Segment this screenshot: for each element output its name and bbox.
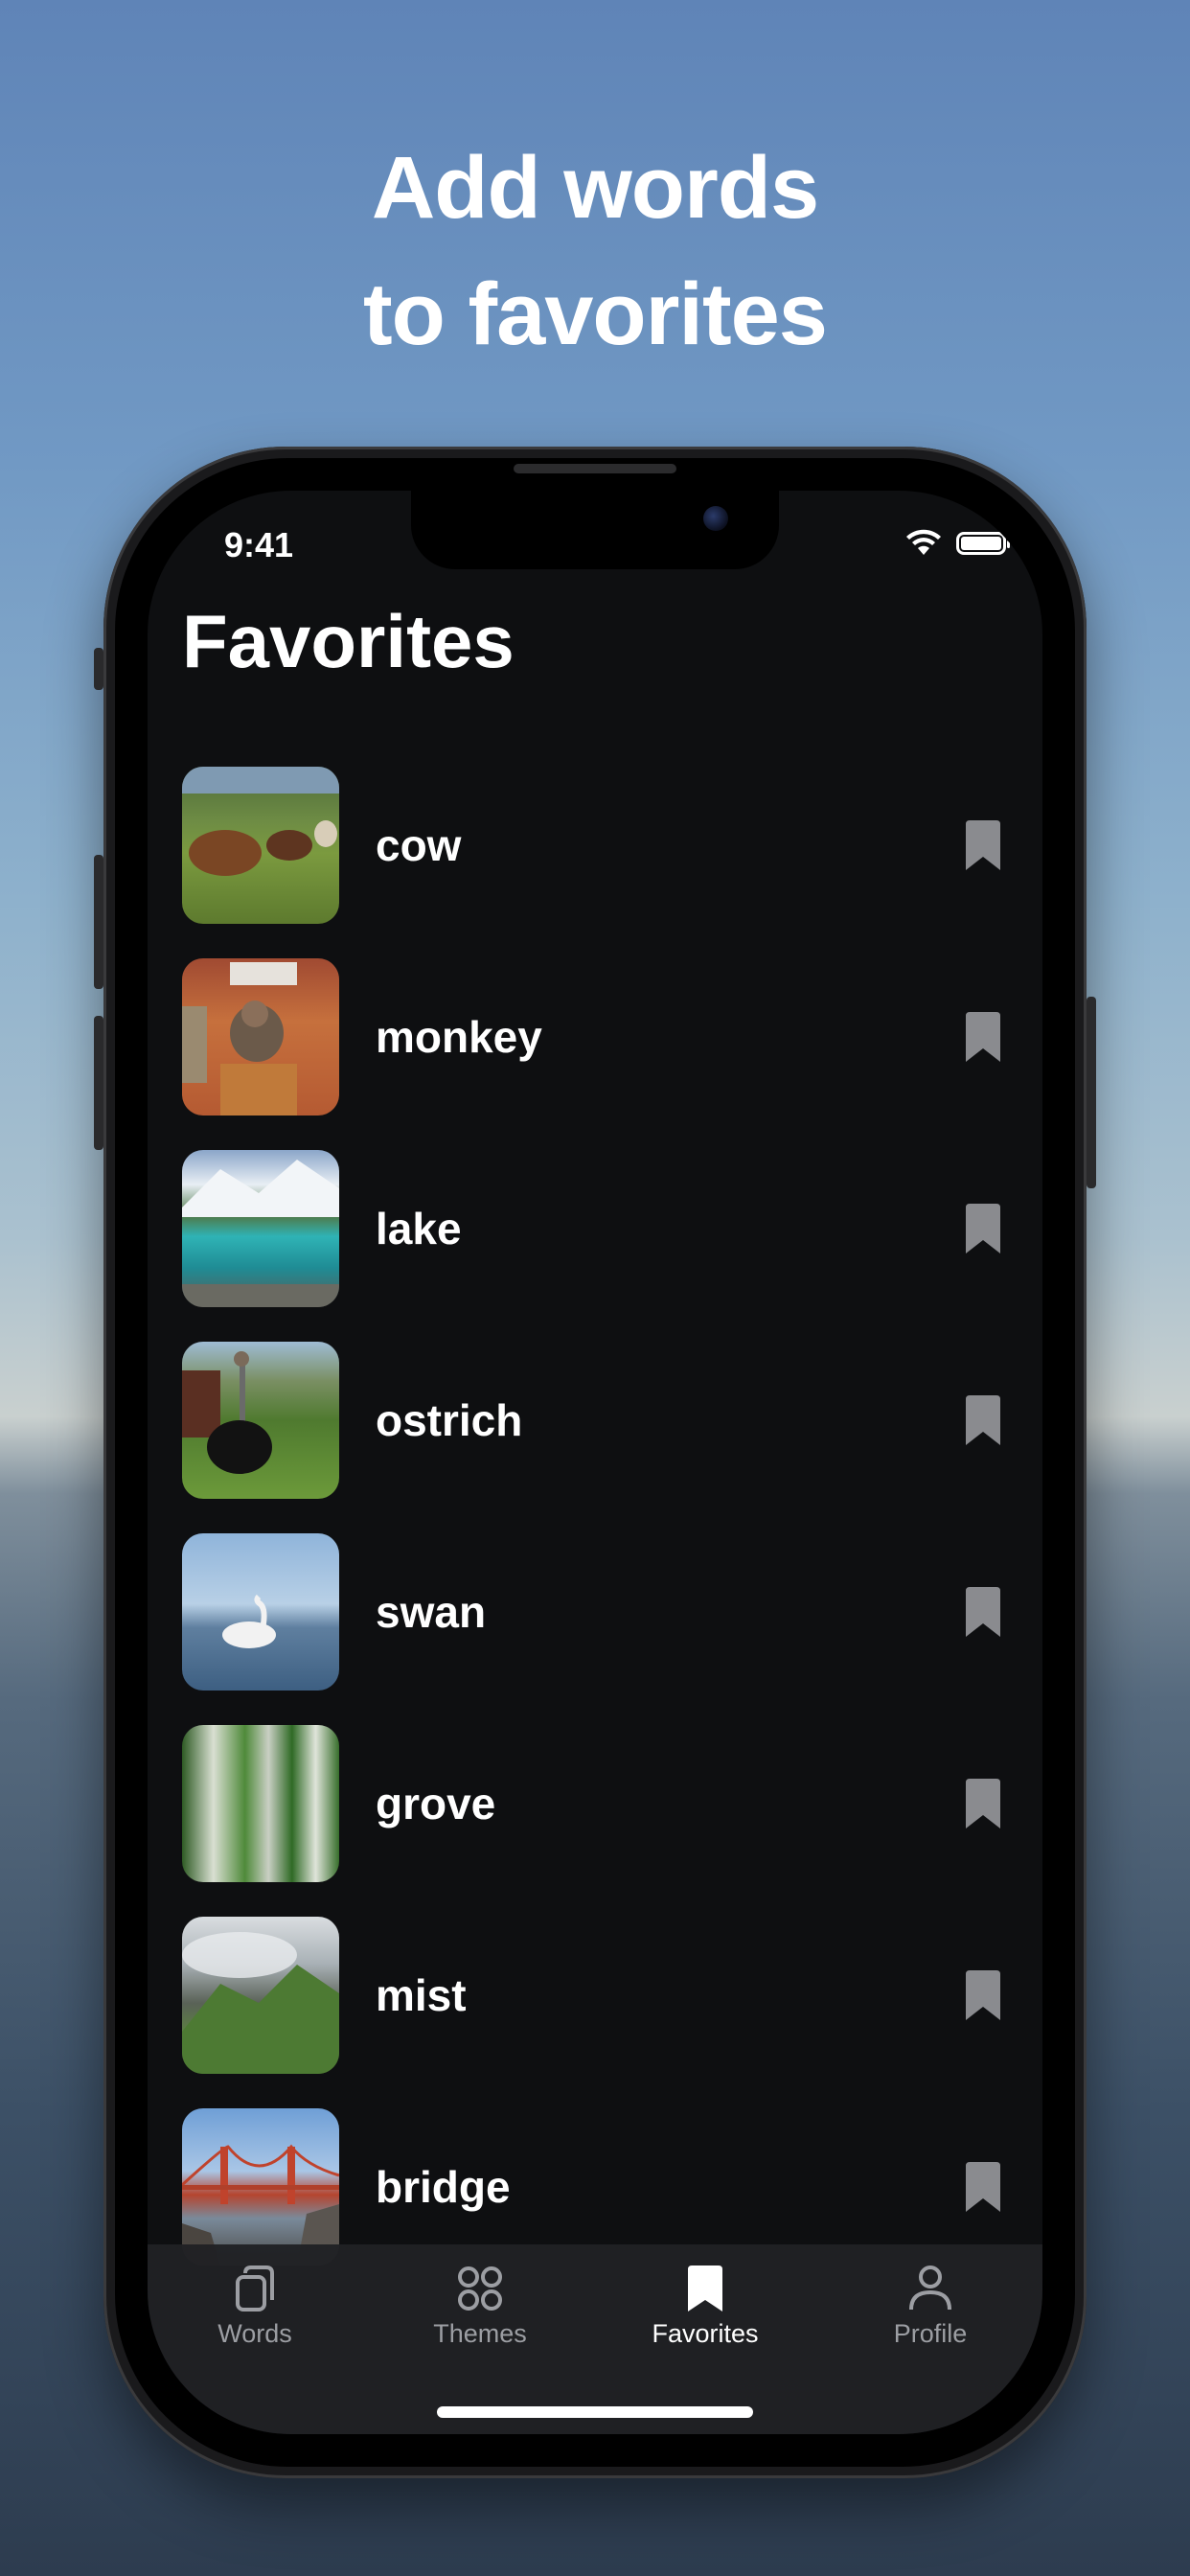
bookmark-icon[interactable]	[962, 818, 1004, 872]
tab-label: Profile	[893, 2319, 968, 2348]
front-camera	[703, 506, 728, 531]
word-label: cow	[376, 820, 462, 870]
grove-photo	[182, 1725, 339, 1882]
phone-side-button	[1087, 997, 1096, 1188]
tab-themes[interactable]: Themes	[384, 2264, 576, 2349]
bookmark-icon[interactable]	[962, 1968, 1004, 2022]
grid-icon	[458, 2266, 502, 2311]
notch	[411, 491, 779, 569]
battery-icon	[956, 532, 1010, 555]
tab-label: Words	[217, 2319, 292, 2348]
tab-label: Favorites	[652, 2319, 759, 2348]
mist-photo	[182, 1917, 339, 2074]
page-title: Favorites	[182, 599, 515, 683]
list-item[interactable]: monkey	[182, 941, 1008, 1133]
bookmark-icon[interactable]	[962, 2160, 1004, 2214]
word-label: ostrich	[376, 1395, 523, 1445]
bookmark-icon[interactable]	[962, 1777, 1004, 1830]
word-label: monkey	[376, 1012, 542, 1062]
swan-photo	[182, 1533, 339, 1690]
word-label: grove	[376, 1779, 496, 1828]
status-time: 9:41	[224, 525, 294, 564]
lake-photo	[182, 1150, 339, 1307]
phone-speaker	[514, 464, 676, 473]
bookmark-icon	[688, 2266, 722, 2312]
bookmark-icon[interactable]	[962, 1585, 1004, 1639]
bookmark-icon[interactable]	[962, 1202, 1004, 1255]
cards-icon	[236, 2266, 274, 2312]
phone-mute-switch	[94, 648, 103, 690]
list-item[interactable]: cow	[182, 749, 1008, 941]
person-icon	[909, 2266, 951, 2311]
tab-label: Themes	[433, 2319, 527, 2348]
cow-photo	[182, 767, 339, 924]
word-label: swan	[376, 1587, 487, 1637]
promo-headline: Add words to favorites	[0, 125, 1190, 378]
bookmark-icon[interactable]	[962, 1010, 1004, 1064]
phone-volume-up	[94, 855, 103, 989]
list-item[interactable]: mist	[182, 1899, 1008, 2091]
list-item[interactable]: swan	[182, 1516, 1008, 1708]
wifi-icon	[906, 529, 941, 555]
list-item[interactable]: grove	[182, 1708, 1008, 1899]
headline-line-2: to favorites	[363, 265, 828, 363]
app-screen: 9:41 Favorites cow monkey lake ostrich s…	[148, 491, 1042, 2434]
tab-words[interactable]: Words	[159, 2264, 351, 2349]
bridge-photo	[182, 2108, 339, 2266]
monkey-photo	[182, 958, 339, 1116]
ostrich-photo	[182, 1342, 339, 1499]
headline-line-1: Add words	[371, 139, 819, 237]
bookmark-icon[interactable]	[962, 1393, 1004, 1447]
word-label: mist	[376, 1970, 467, 2020]
status-indicators	[904, 529, 1010, 558]
tab-favorites[interactable]: Favorites	[609, 2264, 801, 2349]
list-item[interactable]: lake	[182, 1133, 1008, 1324]
phone-volume-down	[94, 1016, 103, 1150]
tab-profile[interactable]: Profile	[835, 2264, 1026, 2349]
word-label: lake	[376, 1204, 462, 1254]
word-label: bridge	[376, 2162, 511, 2212]
favorites-list: cow monkey lake ostrich swan grove mist …	[182, 749, 1008, 2283]
home-indicator[interactable]	[437, 2406, 753, 2418]
list-item[interactable]: ostrich	[182, 1324, 1008, 1516]
